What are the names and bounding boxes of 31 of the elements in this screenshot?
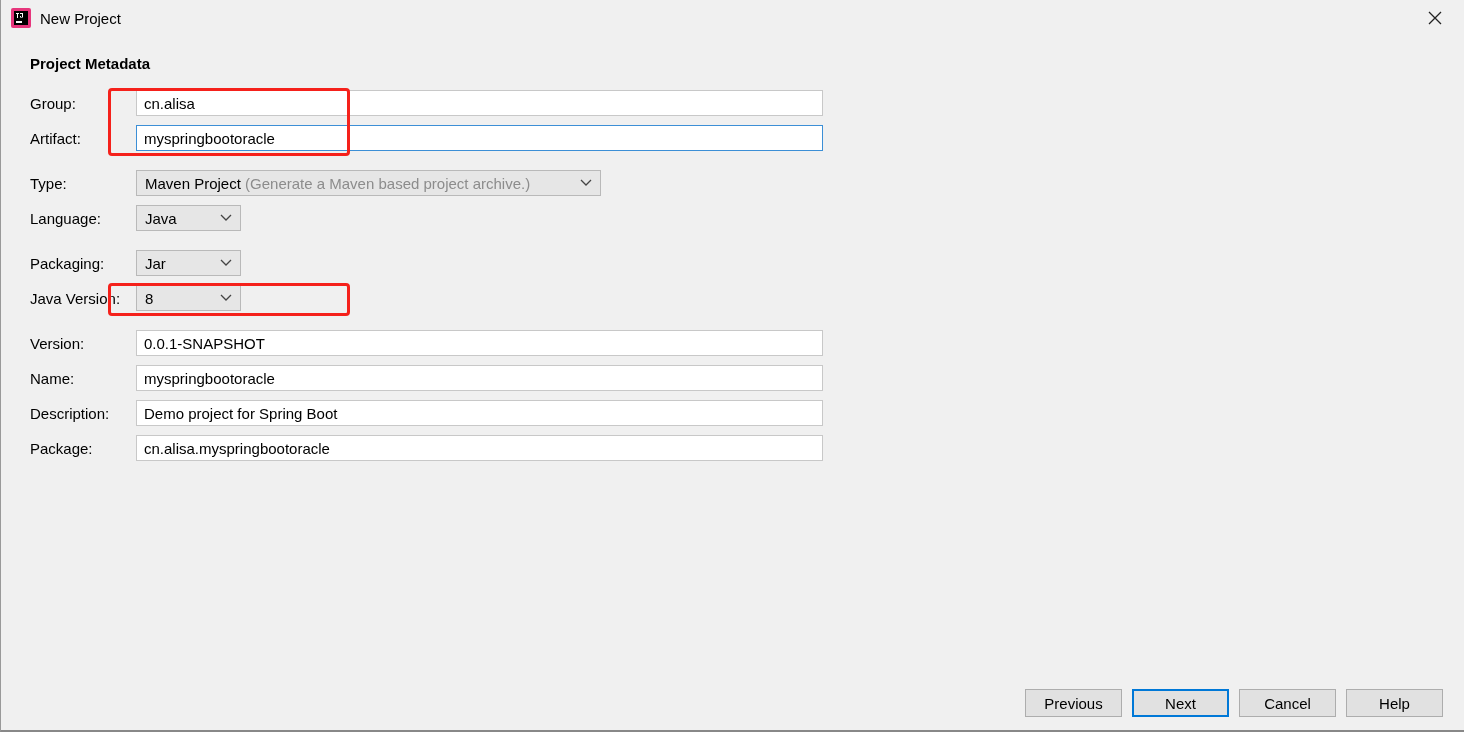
- app-logo-icon: [11, 8, 31, 28]
- dropdown[interactable]: Jar: [136, 250, 241, 276]
- text-field[interactable]: cn.alisa: [136, 90, 823, 116]
- field-label: Language:: [30, 209, 102, 227]
- window-title: New Project: [40, 9, 121, 27]
- field-label: Version:: [30, 334, 86, 352]
- field-label: Type:: [30, 174, 68, 192]
- dialog-button[interactable]: Previous: [1025, 689, 1122, 717]
- text-field[interactable]: Demo project for Spring Boot: [136, 400, 823, 426]
- dropdown[interactable]: Java: [136, 205, 241, 231]
- dropdown[interactable]: 8: [136, 285, 241, 311]
- chevron-down-icon: [220, 259, 232, 267]
- chevron-down-icon: [580, 179, 592, 187]
- text-field[interactable]: myspringbootoracle: [136, 365, 823, 391]
- dropdown[interactable]: Maven Project (Generate a Maven based project archive.): [136, 170, 601, 196]
- dialog-button[interactable]: Cancel: [1239, 689, 1336, 717]
- text-field[interactable]: myspringbootoracle: [136, 125, 823, 151]
- section-heading: Project Metadata: [30, 55, 152, 72]
- field-label: Name:: [30, 369, 76, 387]
- chevron-down-icon: [220, 214, 232, 222]
- field-label: Package:: [30, 439, 94, 457]
- chevron-down-icon: [220, 294, 232, 302]
- dialog-button[interactable]: Help: [1346, 689, 1443, 717]
- close-icon[interactable]: [1428, 11, 1442, 25]
- field-label: Group:: [30, 94, 77, 112]
- dialog-button[interactable]: Next: [1132, 689, 1229, 717]
- field-label: Description:: [30, 404, 111, 422]
- field-label: Packaging:: [30, 254, 106, 272]
- text-field[interactable]: 0.0.1-SNAPSHOT: [136, 330, 823, 356]
- text-field[interactable]: cn.alisa.myspringbootoracle: [136, 435, 823, 461]
- field-label: Artifact:: [30, 129, 82, 147]
